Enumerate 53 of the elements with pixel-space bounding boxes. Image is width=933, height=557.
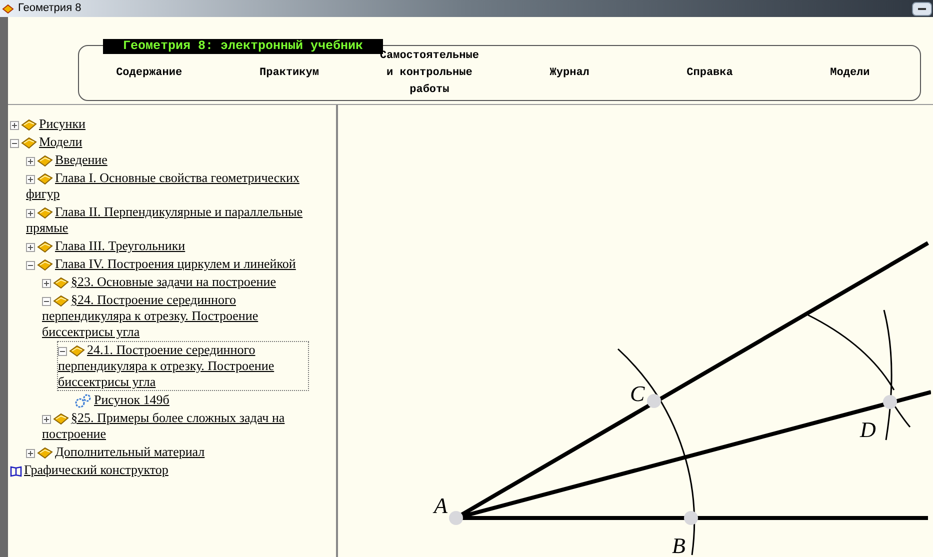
book-icon bbox=[37, 173, 53, 186]
nav-link[interactable]: Содержание bbox=[79, 64, 220, 82]
book-icon bbox=[69, 345, 85, 358]
book-icon bbox=[53, 413, 69, 426]
book-icon bbox=[37, 155, 53, 168]
collapse-toggle[interactable] bbox=[42, 296, 51, 306]
expand-toggle[interactable] bbox=[26, 208, 35, 218]
tree-item[interactable]: Рисунок 149б bbox=[74, 392, 170, 408]
book-icon bbox=[37, 447, 53, 460]
tree-item[interactable]: Модели bbox=[10, 134, 82, 150]
book-icon bbox=[37, 259, 53, 272]
tree-item[interactable]: 24.1. Построение серединного перпендикуляра к отрезку. Построение биссектрисы угла bbox=[58, 342, 308, 390]
point-label: A bbox=[434, 493, 448, 518]
header-title: Геометрия 8: электронный учебник bbox=[103, 39, 384, 54]
window-title: Геометрия 8 bbox=[18, 1, 82, 16]
nav-link[interactable]: Журнал bbox=[500, 64, 640, 82]
book-icon bbox=[53, 277, 69, 290]
point-label: D bbox=[860, 417, 876, 442]
gears-icon bbox=[74, 394, 92, 408]
nav-link[interactable]: Модели bbox=[780, 64, 920, 82]
tree-item[interactable]: Рисунки bbox=[10, 116, 86, 132]
tree-item[interactable]: Введение bbox=[26, 152, 108, 168]
collapse-toggle[interactable] bbox=[26, 260, 35, 270]
tree-item[interactable]: §24. Построение серединного перпендикуляра к отрезку. Построение биссектрисы угла bbox=[42, 292, 308, 340]
expand-toggle[interactable] bbox=[26, 156, 35, 166]
expand-toggle[interactable] bbox=[26, 242, 35, 252]
tree-item[interactable]: Глава IV. Построения циркулем и линейкой bbox=[26, 256, 296, 272]
book-icon bbox=[37, 241, 53, 254]
expand-toggle[interactable] bbox=[42, 414, 51, 424]
open-book-icon bbox=[10, 465, 22, 478]
book-icon bbox=[53, 295, 69, 308]
tree-item[interactable]: Графический конструктор bbox=[10, 462, 168, 478]
tree-item[interactable]: Глава II. Перпендикулярные и параллельные прямые bbox=[26, 204, 308, 236]
expand-toggle[interactable] bbox=[10, 120, 19, 130]
collapse-toggle[interactable] bbox=[10, 138, 19, 148]
expand-toggle[interactable] bbox=[42, 278, 51, 288]
nav-link[interactable]: Справка bbox=[640, 64, 780, 82]
tree-item[interactable]: §23. Основные задачи на построение bbox=[42, 274, 276, 290]
tree-item[interactable]: Глава III. Треугольники bbox=[26, 238, 186, 254]
minimize-button[interactable] bbox=[912, 2, 932, 16]
collapse-toggle[interactable] bbox=[58, 346, 67, 356]
tree-item[interactable]: §25. Примеры более сложных задач на построение bbox=[42, 410, 308, 442]
point-label: B bbox=[672, 533, 686, 557]
book-icon bbox=[37, 207, 53, 220]
expand-toggle[interactable] bbox=[26, 174, 35, 184]
tree-item[interactable]: Дополнительный материал bbox=[26, 444, 205, 460]
nav-link[interactable]: Практикум bbox=[219, 64, 360, 82]
tree-item[interactable]: Глава I. Основные свойства геометрических фигур bbox=[26, 170, 308, 202]
point-label: C bbox=[630, 381, 645, 406]
expand-toggle[interactable] bbox=[26, 448, 35, 458]
book-icon bbox=[21, 137, 37, 150]
app-icon bbox=[2, 4, 14, 14]
book-icon bbox=[21, 119, 37, 132]
